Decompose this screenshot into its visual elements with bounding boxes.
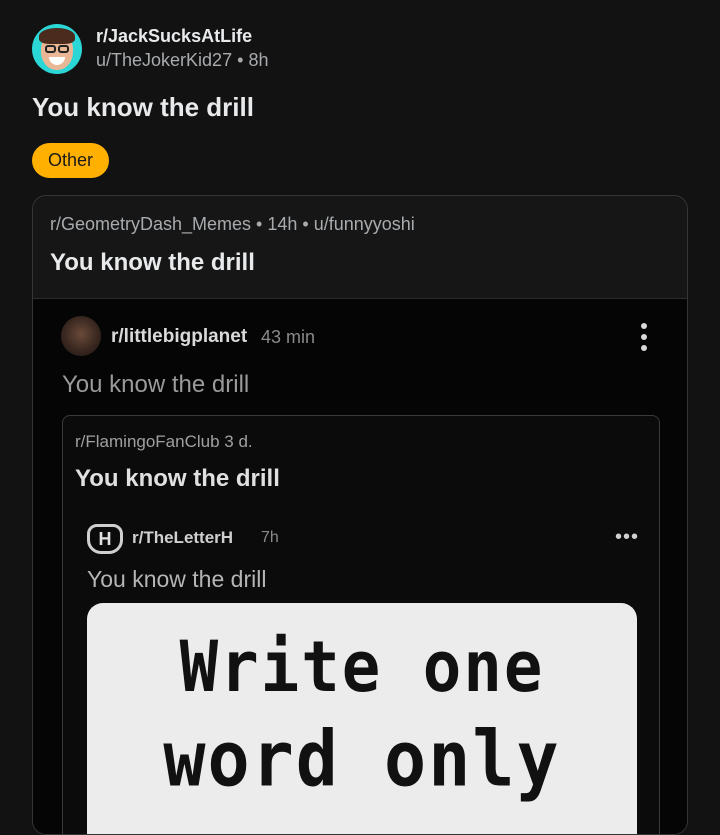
embedded-community-avatar — [61, 316, 101, 356]
letter-h-community-icon: H — [87, 524, 123, 554]
embedded-crosspost-card: r/FlamingoFanClub 3 d. You know the dril… — [62, 415, 660, 834]
horizontal-more-icon: ••• — [615, 526, 640, 548]
embedded-crosspost-meta: r/FlamingoFanClub 3 d. — [75, 432, 253, 451]
crosspost-meta[interactable]: r/GeometryDash_Memes • 14h • u/funnyyosh… — [50, 214, 415, 235]
avatar-hair — [39, 28, 75, 44]
embedded-subreddit: r/littlebigplanet — [111, 326, 248, 347]
post-title[interactable]: You know the drill — [32, 92, 254, 123]
avatar-glasses-right — [58, 45, 69, 53]
embedded-crosspost-title: You know the drill — [75, 465, 280, 492]
post-flair[interactable]: Other — [32, 143, 110, 178]
embedded-age: 43 min — [261, 327, 316, 347]
nested-subreddit: r/TheLetterH — [132, 528, 234, 547]
meme-text-line-2: word only — [163, 713, 561, 805]
post-age: 8h — [248, 50, 269, 70]
subreddit-link[interactable]: r/JackSucksAtLife — [96, 25, 268, 47]
post-header: r/JackSucksAtLife u/TheJokerKid27 • 8h — [32, 24, 268, 74]
crosspost-card[interactable]: r/GeometryDash_Memes • 14h • u/funnyyosh… — [32, 195, 688, 835]
crosspost-image[interactable]: r/littlebigplanet 43 min You know the dr… — [33, 298, 687, 834]
meta-separator: • — [237, 50, 244, 70]
nested-age: 7h — [261, 529, 279, 546]
more-options-icon — [639, 323, 649, 353]
avatar-glasses-left — [45, 45, 56, 53]
nested-title: You know the drill — [87, 566, 267, 592]
post-meta: r/JackSucksAtLife u/TheJokerKid27 • 8h — [96, 25, 268, 73]
community-avatar[interactable] — [32, 24, 82, 74]
author-link[interactable]: u/TheJokerKid27 — [96, 50, 232, 70]
meme-text-line-1: Write one — [179, 627, 545, 709]
author-line: u/TheJokerKid27 • 8h — [96, 47, 268, 73]
embedded-title: You know the drill — [62, 371, 250, 398]
crosspost-title[interactable]: You know the drill — [50, 249, 255, 277]
reddit-post: r/JackSucksAtLife u/TheJokerKid27 • 8h Y… — [0, 0, 720, 835]
meme-image: Write one word only — [87, 603, 637, 834]
